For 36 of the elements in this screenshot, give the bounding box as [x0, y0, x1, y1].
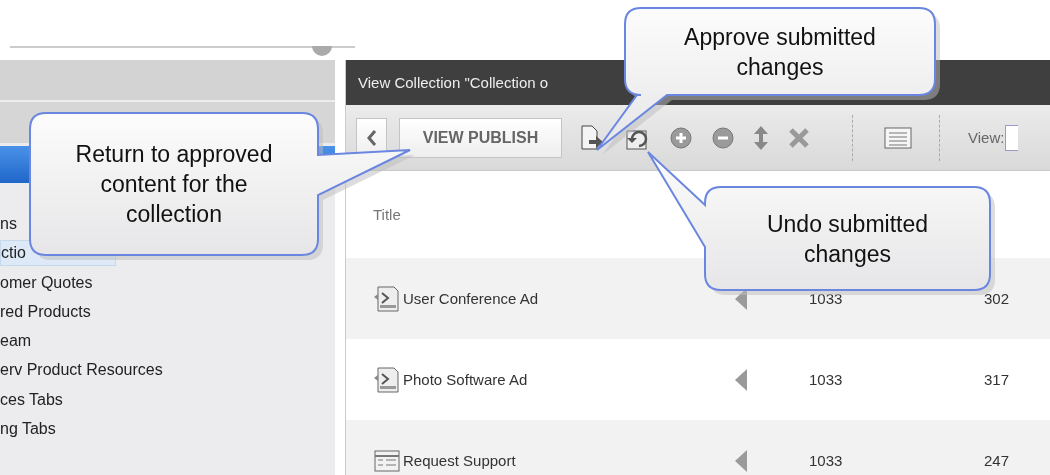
table-cell-text: 1033: [809, 371, 844, 388]
triangle-left-icon[interactable]: [735, 449, 747, 472]
view-publish-button[interactable]: VIEW PUBLISH: [399, 117, 562, 158]
circle-handle-icon[interactable]: [312, 46, 332, 56]
chevron-left-icon: [366, 129, 377, 146]
table-cell-text: 1033: [809, 290, 844, 307]
table-cell: 317: [984, 371, 1010, 388]
table-cell-text: 1033: [809, 452, 844, 469]
form-icon: [373, 449, 401, 472]
sidebar-item[interactable]: omer Quotes: [0, 273, 93, 291]
column-header[interactable]: Title: [373, 206, 401, 223]
sidebar-item[interactable]: ces Tabs: [0, 390, 63, 408]
view-field[interactable]: [1005, 124, 1019, 151]
remove-icon[interactable]: [712, 126, 734, 149]
sidebar-item[interactable]: eam: [0, 332, 32, 350]
sidebar-item[interactable]: erv Product Resources: [0, 361, 163, 379]
delete-icon[interactable]: [788, 126, 810, 149]
ad-document-icon: [373, 285, 401, 312]
document-arrow-icon[interactable]: [580, 124, 604, 151]
list-icon[interactable]: [884, 126, 912, 149]
triangle-left-icon[interactable]: [735, 368, 747, 391]
add-icon[interactable]: [670, 126, 692, 149]
callout-tooltip-text: Undo submitted changes: [765, 209, 930, 269]
row-title[interactable]: Request Support: [403, 452, 516, 469]
sidebar-item[interactable]: ng Tabs: [0, 420, 56, 438]
sidebar-item[interactable]: ns: [0, 215, 17, 232]
up-down-arrow-icon[interactable]: [754, 125, 768, 150]
sidebar-tab[interactable]: [0, 146, 30, 183]
row-title[interactable]: Photo Software Ad: [403, 371, 528, 388]
row-title[interactable]: User Conference Ad: [403, 290, 539, 307]
table-cell: 247: [984, 452, 1010, 469]
callout-tooltip-text: Return to approved content for the collection: [74, 140, 274, 229]
view-label: View:: [968, 129, 1005, 146]
sidebar-item[interactable]: red Products: [0, 302, 91, 320]
ad-document-icon: [373, 366, 401, 393]
table-cell: 302: [984, 290, 1010, 307]
